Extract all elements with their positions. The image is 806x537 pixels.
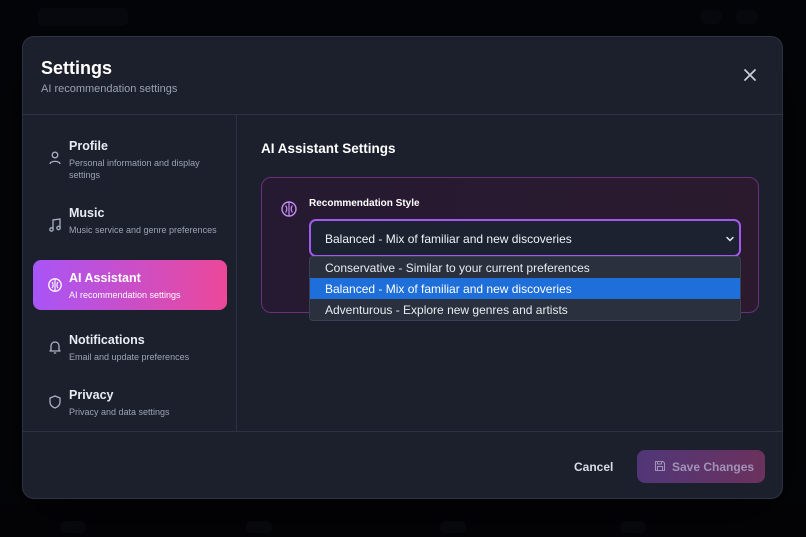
option-label: Adventurous - Explore new genres and art… [325,303,568,317]
brain-icon [48,278,62,292]
option-label: Conservative - Similar to your current p… [325,261,590,275]
chevron-down-icon [726,236,734,242]
sidebar-item-desc: Personal information and display setting… [69,158,200,180]
sidebar-item-label: AI Assistant [69,271,141,285]
modal-subtitle: AI recommendation settings [41,83,178,95]
select-value: Balanced - Mix of familiar and new disco… [325,232,572,246]
sidebar-item-profile[interactable]: Profile Personal information and display… [33,129,227,185]
sidebar-item-desc: AI recommendation settings [69,290,181,300]
cancel-button[interactable]: Cancel [574,460,613,474]
sidebar-item-ai-assistant[interactable]: AI Assistant AI recommendation settings [33,260,227,310]
modal-footer: Cancel Save Changes [23,431,782,498]
settings-modal: Settings AI recommendation settings Prof… [22,36,783,499]
sidebar-item-privacy[interactable]: Privacy Privacy and data settings [33,377,227,425]
recommendation-style-dropdown: Conservative - Similar to your current p… [309,256,741,321]
section-title: AI Assistant Settings [261,141,396,156]
modal-header: Settings AI recommendation settings [23,37,782,115]
brain-icon [281,201,297,217]
recommendation-style-label: Recommendation Style [309,198,420,209]
sidebar-item-desc: Privacy and data settings [69,407,170,417]
sidebar-item-music[interactable]: Music Music service and genre preference… [33,196,227,252]
sidebar-item-desc: Music service and genre preferences [69,225,217,235]
save-icon [654,460,666,472]
sidebar-item-desc: Email and update preferences [69,352,190,362]
save-changes-label: Save Changes [672,460,755,474]
dropdown-option-conservative[interactable]: Conservative - Similar to your current p… [310,257,740,278]
close-button[interactable] [740,65,760,85]
save-changes-button[interactable]: Save Changes [637,450,765,483]
sidebar-item-label: Privacy [69,388,114,402]
settings-sidebar: Profile Personal information and display… [23,115,237,431]
dropdown-option-adventurous[interactable]: Adventurous - Explore new genres and art… [310,299,740,320]
recommendation-style-select[interactable]: Balanced - Mix of familiar and new disco… [309,219,741,257]
sidebar-item-label: Notifications [69,333,145,347]
modal-title: Settings [41,58,113,78]
music-note-icon [49,218,61,232]
user-icon [49,151,61,165]
close-icon [744,69,756,81]
option-label: Balanced - Mix of familiar and new disco… [325,282,572,296]
bell-icon [49,341,61,354]
shield-icon [49,395,61,409]
dropdown-option-balanced[interactable]: Balanced - Mix of familiar and new disco… [310,278,740,299]
sidebar-item-label: Profile [69,139,108,153]
sidebar-item-label: Music [69,206,105,220]
sidebar-item-notifications[interactable]: Notifications Email and update preferenc… [33,321,227,369]
